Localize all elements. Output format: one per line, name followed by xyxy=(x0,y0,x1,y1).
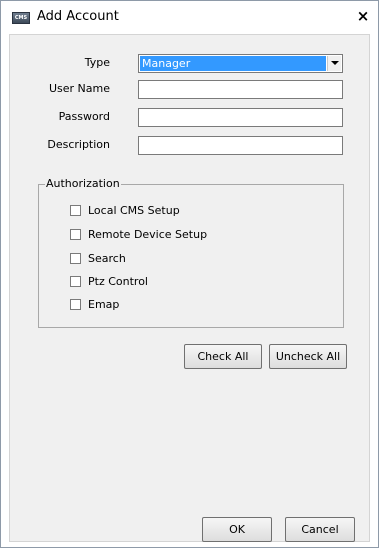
uncheck-all-button[interactable]: Uncheck All xyxy=(269,344,347,369)
checkbox-box[interactable] xyxy=(70,204,81,216)
type-selected-value: Manager xyxy=(140,56,326,71)
description-input[interactable] xyxy=(138,136,343,155)
chevron-down-icon[interactable] xyxy=(327,56,341,71)
checkbox-label: Remote Device Setup xyxy=(88,227,208,241)
checkbox-box[interactable] xyxy=(70,298,81,310)
add-account-dialog: CMS Add Account × Type Manager User Name… xyxy=(0,0,379,548)
password-label: Password xyxy=(58,110,110,123)
type-label: Type xyxy=(84,56,110,69)
checkbox-label: Emap xyxy=(88,297,120,311)
checkbox-box[interactable] xyxy=(70,252,81,264)
username-input[interactable] xyxy=(138,80,343,99)
close-button[interactable]: × xyxy=(355,7,371,25)
checkbox-label: Local CMS Setup xyxy=(88,203,180,217)
window-title: Add Account xyxy=(37,9,119,24)
title-bar: CMS Add Account × xyxy=(1,1,378,31)
checkbox-box[interactable] xyxy=(70,275,81,287)
checkbox-label: Ptz Control xyxy=(88,274,148,288)
description-label: Description xyxy=(47,138,110,151)
checkbox-label: Search xyxy=(88,251,126,265)
check-all-button[interactable]: Check All xyxy=(184,344,262,369)
checkbox-box[interactable] xyxy=(70,228,81,240)
checkbox-ptz-control[interactable]: Ptz Control xyxy=(70,274,148,288)
checkbox-local-cms-setup[interactable]: Local CMS Setup xyxy=(70,203,180,217)
type-dropdown[interactable]: Manager xyxy=(138,54,343,73)
ok-button[interactable]: OK xyxy=(202,517,272,542)
checkbox-remote-device-setup[interactable]: Remote Device Setup xyxy=(70,227,207,241)
checkbox-search[interactable]: Search xyxy=(70,251,126,265)
authorization-group: Authorization Local CMS Setup Remote Dev… xyxy=(38,177,344,328)
cancel-button[interactable]: Cancel xyxy=(285,517,355,542)
password-input[interactable] xyxy=(138,108,343,127)
dialog-body: Type Manager User Name Password Descript… xyxy=(9,34,370,542)
authorization-title: Authorization xyxy=(45,177,121,190)
checkbox-emap[interactable]: Emap xyxy=(70,297,119,311)
cms-app-icon: CMS xyxy=(12,12,30,24)
username-label: User Name xyxy=(48,82,110,95)
